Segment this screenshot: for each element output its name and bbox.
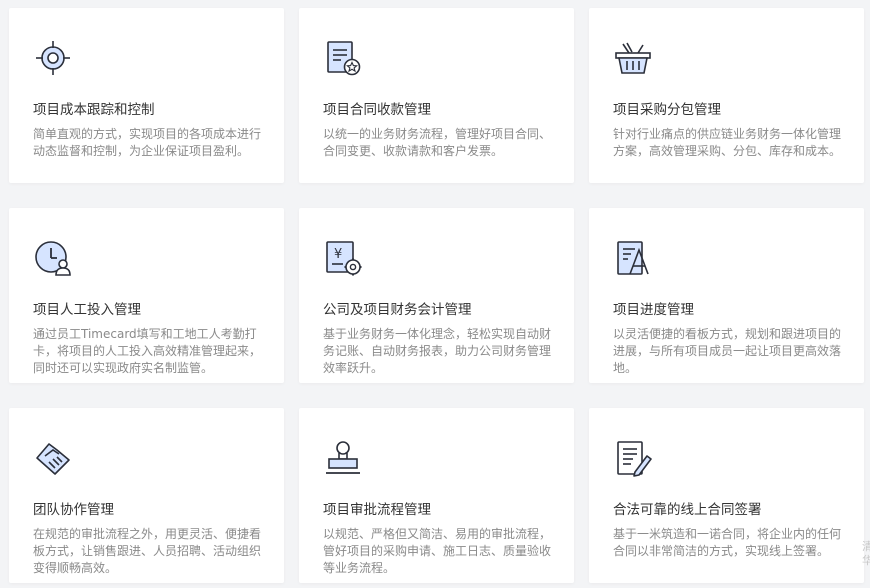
feature-card-finance-accounting[interactable]: ¥ 公司及项目财务会计管理 基于业务财务一体化理念，轻松实现自动财务记账、自动财… bbox=[299, 208, 574, 383]
feature-card-cost-control[interactable]: 项目成本跟踪和控制 简单直观的方式，实现项目的各项成本进行动态监督和控制，为企业… bbox=[9, 8, 284, 183]
feature-description: 以灵活便捷的看板方式，规划和跟进项目的进展，与所有项目成员一起让项目更高效落地。 bbox=[613, 327, 842, 375]
feature-description: 针对行业痛点的供应链业务财务一体化管理方案，高效管理采购、分包、库存和成本。 bbox=[613, 127, 842, 158]
feature-title: 项目采购分包管理 bbox=[613, 102, 721, 118]
feature-card-contract-collection[interactable]: 项目合同收款管理 以统一的业务财务流程，管理好项目合同、合同变更、收款请款和客户… bbox=[299, 8, 574, 183]
document-sign-icon bbox=[613, 438, 653, 478]
feature-title: 项目进度管理 bbox=[613, 302, 694, 318]
handshake-icon bbox=[33, 438, 73, 478]
feature-description: 简单直观的方式，实现项目的各项成本进行动态监督和控制，为企业保证项目盈利。 bbox=[33, 127, 262, 158]
feature-card-procurement[interactable]: 项目采购分包管理 针对行业痛点的供应链业务财务一体化管理方案，高效管理采购、分包… bbox=[589, 8, 864, 183]
svg-text:¥: ¥ bbox=[334, 247, 342, 262]
feature-description: 通过员工Timecard填写和工地工人考勤打卡，将项目的人工投入高效精准管理起来… bbox=[33, 327, 262, 375]
feature-title: 项目合同收款管理 bbox=[323, 102, 431, 118]
finance-settings-icon: ¥ bbox=[323, 238, 363, 278]
feature-title: 公司及项目财务会计管理 bbox=[323, 302, 472, 318]
feature-card-team-collaboration[interactable]: 团队协作管理 在规范的审批流程之外，用更灵活、便捷看板方式，让销售跟进、人员招聘… bbox=[9, 408, 284, 583]
stamp-icon bbox=[323, 438, 363, 478]
feature-card-labor[interactable]: 项目人工投入管理 通过员工Timecard填写和工地工人考勤打卡，将项目的人工投… bbox=[9, 208, 284, 383]
contract-document-icon bbox=[323, 38, 363, 78]
clock-person-icon bbox=[33, 238, 73, 278]
feature-title: 团队协作管理 bbox=[33, 502, 114, 518]
feature-description: 在规范的审批流程之外，用更灵活、便捷看板方式，让销售跟进、人员招聘、活动组织变得… bbox=[33, 527, 262, 575]
feature-title: 项目成本跟踪和控制 bbox=[33, 102, 155, 118]
feature-card-online-contract-signing[interactable]: 合法可靠的线上合同签署 基于一米筑造和一诺合同，将企业内的任何合同以非常简洁的方… bbox=[589, 408, 864, 583]
feature-title: 项目人工投入管理 bbox=[33, 302, 141, 318]
feature-card-progress[interactable]: 项目进度管理 以灵活便捷的看板方式，规划和跟进项目的进展，与所有项目成员一起让项… bbox=[589, 208, 864, 383]
feature-description: 基于业务财务一体化理念，轻松实现自动财务记账、自动财务报表，助力公司财务管理效率… bbox=[323, 327, 552, 375]
progress-chart-icon bbox=[613, 238, 653, 278]
feature-description: 以规范、严格但又简洁、易用的审批流程，管好项目的采购申请、施工日志、质量验收等业… bbox=[323, 527, 552, 575]
feature-grid: 项目成本跟踪和控制 简单直观的方式，实现项目的各项成本进行动态监督和控制，为企业… bbox=[9, 8, 864, 583]
feature-description: 基于一米筑造和一诺合同，将企业内的任何合同以非常简洁的方式，实现线上签署。 bbox=[613, 527, 842, 558]
shopping-basket-icon bbox=[613, 38, 653, 78]
target-icon bbox=[33, 38, 73, 78]
feature-description: 以统一的业务财务流程，管理好项目合同、合同变更、收款请款和客户发票。 bbox=[323, 127, 552, 158]
feature-title: 项目审批流程管理 bbox=[323, 502, 431, 518]
feature-card-approval-workflow[interactable]: 项目审批流程管理 以规范、严格但又简洁、易用的审批流程，管好项目的采购申请、施工… bbox=[299, 408, 574, 583]
feature-title: 合法可靠的线上合同签署 bbox=[613, 502, 762, 518]
clipped-edge-text: 清华 bbox=[862, 540, 870, 567]
